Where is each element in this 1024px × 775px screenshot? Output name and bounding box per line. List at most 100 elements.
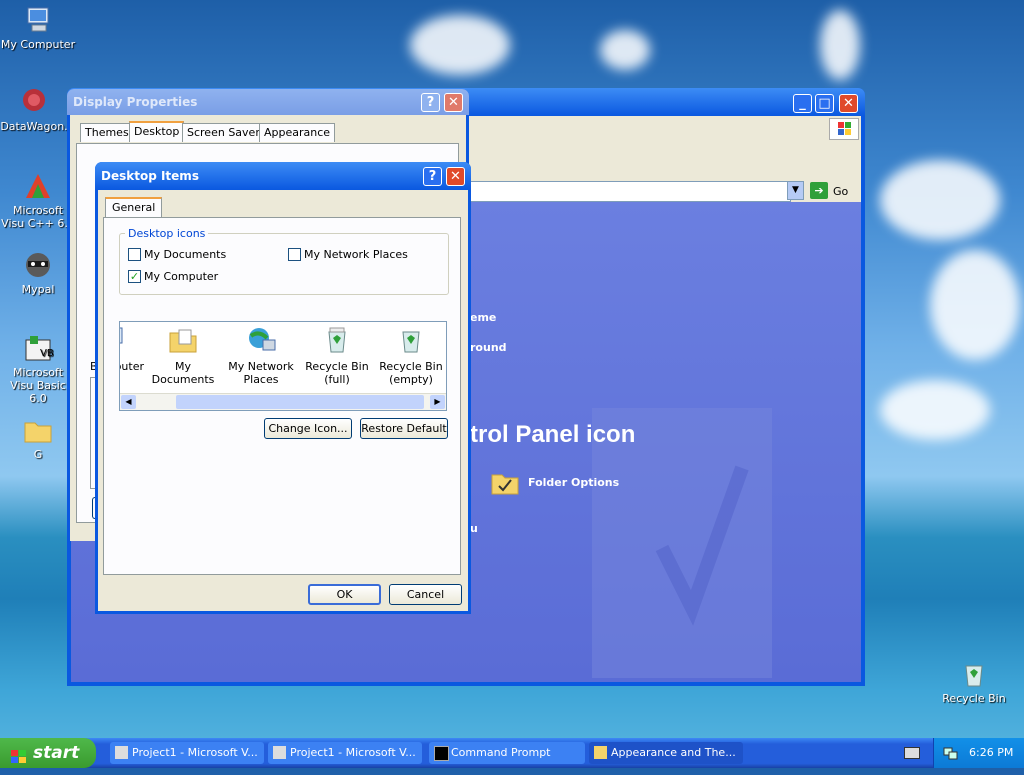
network-tray-icon[interactable] bbox=[942, 745, 958, 761]
computer-icon bbox=[22, 4, 54, 36]
tab-general[interactable]: General bbox=[105, 197, 163, 218]
desktop-icon-recycle-bin[interactable]: Recycle Bin bbox=[936, 658, 1012, 705]
taskbar-item-appearance[interactable]: Appearance and The... bbox=[589, 742, 743, 764]
icon-item-label: Recycle Bin (empty) bbox=[379, 360, 443, 386]
desktop-icon-label: My Computer bbox=[0, 38, 76, 51]
vb-app-icon bbox=[115, 746, 128, 759]
ok-button[interactable]: OK bbox=[308, 584, 381, 605]
restore-default-button[interactable]: Restore Default bbox=[360, 418, 448, 439]
dialog-body: General Desktop icons My Documents My Ne… bbox=[98, 190, 468, 611]
close-button[interactable]: ✕ bbox=[839, 94, 858, 113]
start-label: start bbox=[33, 743, 80, 763]
svg-text:VB: VB bbox=[40, 348, 54, 359]
vb-app-icon bbox=[273, 746, 286, 759]
system-tray: 6:26 PM bbox=[933, 738, 1024, 768]
computer-icon bbox=[120, 324, 144, 360]
scroll-left-button[interactable]: ◀ bbox=[121, 395, 136, 409]
command-prompt-icon bbox=[434, 746, 449, 761]
icon-item-label: My Documents bbox=[151, 360, 215, 386]
recycle-bin-empty-icon bbox=[374, 324, 446, 360]
tab-screen-saver[interactable]: Screen Saver bbox=[182, 123, 265, 142]
tab-strip: Themes Desktop Screen Saver Appearance bbox=[78, 121, 458, 143]
desktop-items-titlebar: Desktop Items bbox=[95, 162, 471, 190]
taskbar: start Project1 - Microsoft V... Project1… bbox=[0, 738, 1024, 768]
recycle-bin-icon bbox=[958, 658, 990, 690]
group-label: Desktop icons bbox=[125, 227, 209, 240]
tab-desktop[interactable]: Desktop bbox=[129, 121, 185, 142]
control-panel-icon bbox=[594, 746, 607, 759]
desktop-icons-group bbox=[119, 233, 449, 295]
icon-item[interactable]: My Network Places bbox=[224, 324, 298, 386]
desktop-icon-label: Microsoft Visu C++ 6.0 bbox=[1, 204, 75, 230]
my-documents-checkbox[interactable] bbox=[128, 248, 141, 261]
display-properties-titlebar: Display Properties bbox=[67, 89, 469, 115]
desktop-icon-label: Mypal bbox=[21, 283, 55, 296]
desktop-icon-label: Microsoft Visu Basic 6.0 bbox=[10, 366, 66, 405]
desktop-icon-g[interactable]: G bbox=[0, 414, 76, 461]
windows-logo-icon bbox=[829, 118, 859, 140]
my-documents-icon bbox=[146, 324, 220, 360]
task-link-theme[interactable]: eme bbox=[470, 311, 496, 324]
my-network-places-checkbox[interactable] bbox=[288, 248, 301, 261]
icon-item[interactable]: My Documents bbox=[146, 324, 220, 386]
taskbar-item-label: Appearance and The... bbox=[611, 746, 736, 759]
datawagon-icon bbox=[18, 86, 50, 118]
window-title: Display Properties bbox=[73, 95, 198, 109]
folder-options-link[interactable]: Folder Options bbox=[528, 476, 619, 489]
icon-item[interactable]: puter bbox=[120, 324, 144, 373]
visual-basic-icon: VB bbox=[22, 332, 54, 364]
icon-list[interactable]: puter My Documents My Network Places Rec… bbox=[119, 321, 447, 411]
help-button[interactable]: ? bbox=[423, 167, 442, 186]
recycle-bin-full-icon bbox=[300, 324, 374, 360]
help-button[interactable]: ? bbox=[421, 93, 440, 112]
icon-item[interactable]: Recycle Bin (empty) bbox=[374, 324, 446, 386]
my-computer-label[interactable]: My Computer bbox=[144, 270, 218, 283]
icon-item-label: puter bbox=[120, 360, 144, 373]
scroll-right-button[interactable]: ▶ bbox=[430, 395, 445, 409]
task-link-background[interactable]: round bbox=[470, 341, 507, 354]
desktop-icon-label: Recycle Bin bbox=[942, 692, 1006, 705]
address-input[interactable] bbox=[467, 181, 791, 202]
close-button[interactable]: ✕ bbox=[446, 167, 465, 186]
horizontal-scrollbar[interactable]: ◀ ▶ bbox=[120, 393, 446, 410]
folder-options-icon[interactable] bbox=[489, 466, 521, 498]
cancel-button[interactable]: Cancel bbox=[389, 584, 462, 605]
windows-flag-icon bbox=[10, 745, 28, 763]
scroll-thumb[interactable] bbox=[176, 395, 424, 409]
desktop-icon-vc6[interactable]: Microsoft Visu C++ 6.0 bbox=[0, 170, 76, 230]
clock[interactable]: 6:26 PM bbox=[969, 746, 1013, 759]
close-button[interactable]: ✕ bbox=[444, 93, 463, 112]
tab-appearance[interactable]: Appearance bbox=[259, 123, 336, 142]
taskbar-item-command-prompt[interactable]: Command Prompt bbox=[429, 742, 585, 764]
my-network-places-label[interactable]: My Network Places bbox=[304, 248, 408, 261]
change-icon-button[interactable]: Change Icon... bbox=[264, 418, 352, 439]
tab-themes[interactable]: Themes bbox=[80, 123, 134, 142]
dialog-title: Desktop Items bbox=[101, 169, 199, 183]
taskbar-item-label: Project1 - Microsoft V... bbox=[132, 746, 258, 759]
go-label[interactable]: Go bbox=[833, 185, 848, 198]
desktop-icon-datawagon[interactable]: DataWagon. bbox=[0, 86, 72, 133]
minimize-button[interactable]: _ bbox=[793, 94, 812, 113]
my-documents-label[interactable]: My Documents bbox=[144, 248, 226, 261]
taskbar-item-label: Command Prompt bbox=[451, 746, 551, 759]
go-arrow-icon[interactable]: ➔ bbox=[810, 182, 828, 199]
partial-text: u bbox=[470, 522, 478, 535]
desktop-icon-my-computer[interactable]: My Computer bbox=[0, 4, 76, 51]
keyboard-icon[interactable] bbox=[904, 747, 920, 759]
taskbar-item-project1-b[interactable]: Project1 - Microsoft V... bbox=[268, 742, 422, 764]
desktop-icon-mypal[interactable]: Mypal bbox=[0, 249, 76, 296]
folder-icon bbox=[22, 414, 54, 446]
icon-item[interactable]: Recycle Bin (full) bbox=[300, 324, 374, 386]
desktop-icon-label: DataWagon. bbox=[0, 120, 68, 133]
taskbar-item-project1-a[interactable]: Project1 - Microsoft V... bbox=[110, 742, 264, 764]
visual-cpp-icon bbox=[22, 170, 54, 202]
raccoon-icon bbox=[22, 249, 54, 281]
desktop-items-dialog: Desktop Items ? ✕ General Desktop icons … bbox=[95, 162, 471, 614]
my-computer-checkbox[interactable]: ✓ bbox=[128, 270, 141, 283]
network-places-icon bbox=[224, 324, 298, 360]
desktop-icon-label: G bbox=[33, 448, 43, 461]
maximize-button[interactable]: □ bbox=[815, 94, 834, 113]
address-dropdown-button[interactable]: ▼ bbox=[787, 181, 804, 200]
desktop-icon-vb6[interactable]: VB Microsoft Visu Basic 6.0 bbox=[0, 332, 76, 405]
start-button[interactable]: start bbox=[0, 738, 96, 768]
